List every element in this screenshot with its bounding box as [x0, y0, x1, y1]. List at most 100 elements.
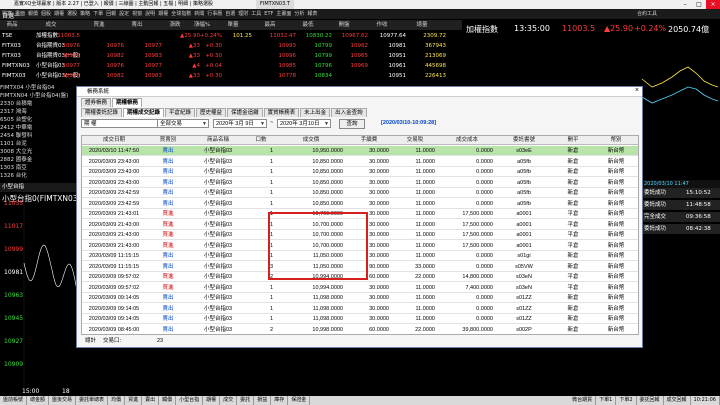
- table-row[interactable]: 2020/03/09 09:57:02 買進 小型台指03 1 10,994.0000 3…: [82, 283, 638, 293]
- order-status-row[interactable]: 委託成功 11:48:58: [640, 200, 720, 211]
- taskbar-item[interactable]: 均價: [108, 396, 126, 405]
- taskbar-item[interactable]: 保證金: [288, 396, 311, 405]
- order-status-row[interactable]: 完全成交 09:36:58: [640, 212, 720, 223]
- menu-item[interactable]: 策略: [80, 11, 90, 17]
- dialog-main-tab[interactable]: 證券帳務: [81, 98, 112, 107]
- quote-row[interactable]: FITX03 台指期貨03 10976 10976 10977 ▲33 +0.30 10993…: [0, 42, 462, 51]
- dialog-sub-tab[interactable]: 未上出金: [300, 108, 331, 117]
- query-button[interactable]: 查詢: [339, 119, 365, 129]
- product-select[interactable]: 全部交易 ▼: [157, 119, 209, 128]
- watchlist-item[interactable]: 1303 南亞: [0, 164, 78, 172]
- taskbar-right-item[interactable]: 10:21:06: [691, 396, 720, 405]
- menu-item[interactable]: 回報: [106, 11, 116, 17]
- taskbar-item[interactable]: 委託單總表: [76, 396, 109, 405]
- menu-item[interactable]: 視窗: [132, 11, 142, 17]
- taskbar-item[interactable]: 觸價: [159, 396, 177, 405]
- dialog-main-tab[interactable]: 期權帳務: [112, 98, 143, 107]
- taskbar-item[interactable]: 期權: [203, 396, 221, 405]
- watchlist-item[interactable]: 2317 鴻海: [0, 108, 78, 116]
- watchlist-item[interactable]: 1101 台泥: [0, 140, 78, 148]
- menu-item[interactable]: 工具: [251, 11, 261, 17]
- close-icon[interactable]: ×: [706, 0, 720, 9]
- order-status-row[interactable]: 委託成功 15:10:52: [640, 188, 720, 199]
- watchlist-item[interactable]: 2454 聯發科: [0, 132, 78, 140]
- table-row[interactable]: 2020/03/09 23:42:59 賣出 小型台指03 1 10,850.0000 3…: [82, 199, 638, 209]
- order-status-row[interactable]: 委託成功 08:42:38: [640, 224, 720, 235]
- menu-item[interactable]: 下單: [93, 11, 103, 17]
- table-header-cell[interactable]: 商品名稱: [190, 136, 246, 145]
- taskbar-right-item[interactable]: 下單1: [596, 396, 617, 405]
- watchlist-item[interactable]: 2412 中華電: [0, 124, 78, 132]
- menu-item[interactable]: 主畫面: [276, 11, 291, 17]
- menu-item[interactable]: 設定: [119, 11, 129, 17]
- menu-right-item[interactable]: 合約工具: [637, 9, 657, 19]
- taskbar-right-item[interactable]: 成交回報: [664, 396, 691, 405]
- taskbar-item[interactable]: 委託: [237, 396, 255, 405]
- menu-item[interactable]: 行事曆: [207, 11, 222, 17]
- taskbar-item[interactable]: 買進: [125, 396, 143, 405]
- taskbar-item[interactable]: 盤前帳號: [0, 396, 28, 405]
- table-row[interactable]: 2020/03/09 23:43:00 賣出 小型台指03 1 10,850.0000 3…: [82, 157, 638, 167]
- taskbar-item[interactable]: 總金額: [27, 396, 50, 405]
- active-window-tab[interactable]: FIMTXN03.T: [256, 0, 294, 9]
- table-row[interactable]: 2020/03/09 09:14:05 賣出 小型台指03 1 11,098.0000 3…: [82, 314, 638, 324]
- menu-item[interactable]: 報表: [307, 11, 317, 17]
- quote-row[interactable]: TSE 加權指數 11003.5 ▲25.90 +0.24% 101.25 11032.47…: [0, 32, 462, 41]
- dialog-sub-tab[interactable]: 期權委託記錄: [81, 108, 123, 117]
- minimize-icon[interactable]: –: [678, 0, 692, 9]
- dialog-sub-tab[interactable]: 期權成交記錄: [123, 108, 165, 117]
- date-from-field[interactable]: 2020年 3月 9日 ▼: [213, 119, 267, 128]
- menu-item[interactable]: 報價: [28, 11, 38, 17]
- watchlist-item[interactable]: FIMTXN04 小型台指04(盤): [0, 92, 78, 100]
- menu-item[interactable]: 自選: [225, 11, 235, 17]
- taskbar-item[interactable]: 損益: [254, 396, 272, 405]
- quote-row[interactable]: FIMTX03 小型台指03(一般) 10985 10982 10983 ▲33 +0.30…: [0, 72, 462, 81]
- watchlist-item[interactable]: 2330 台積電: [0, 100, 78, 108]
- dialog-sub-tab[interactable]: 實質帳務表: [263, 108, 300, 117]
- watchlist-item[interactable]: 1326 台化: [0, 172, 78, 180]
- watchlist-item[interactable]: 3008 大立光: [0, 148, 78, 156]
- taskbar-right-item[interactable]: 下單2: [616, 396, 637, 405]
- quote-row[interactable]: FITX03 台指期貨03(一般) 10985 10982 10983 ▲33 +0.30 1…: [0, 52, 462, 61]
- table-row[interactable]: 2020/03/09 09:14:05 賣出 小型台指03 1 11,098.0000 3…: [82, 304, 638, 314]
- table-header-cell[interactable]: 開平: [552, 136, 594, 145]
- taskbar-right-item[interactable]: 微台期貨: [569, 396, 597, 405]
- menu-item[interactable]: ETF: [264, 11, 273, 17]
- taskbar-right-item[interactable]: 委託回報: [637, 396, 664, 405]
- menu-item[interactable]: 分析: [294, 11, 304, 17]
- watchlist-group-label[interactable]: 自選一: [2, 11, 20, 20]
- table-header-cell[interactable]: 手續費: [346, 136, 392, 145]
- quote-row[interactable]: FIMTXN03 小型台指03 10977 10976 10977 ▲4 +0.04 1098…: [0, 62, 462, 71]
- menu-item[interactable]: 全球指數: [171, 11, 191, 17]
- taskbar-item[interactable]: 成交: [220, 396, 238, 405]
- menu-item[interactable]: 期權: [158, 11, 168, 17]
- table-header-cell[interactable]: 口數: [246, 136, 276, 145]
- watchlist-item[interactable]: 2882 國泰金: [0, 156, 78, 164]
- table-header-cell[interactable]: 成交價: [276, 136, 346, 145]
- menu-item[interactable]: 說明: [145, 11, 155, 17]
- watchlist-item[interactable]: 6505 台塑化: [0, 116, 78, 124]
- taskbar-item[interactable]: 賣出: [142, 396, 160, 405]
- table-row[interactable]: 2020/03/09 23:43:00 賣出 小型台指03 1 10,850.0000 3…: [82, 167, 638, 177]
- menu-item[interactable]: 選股: [67, 11, 77, 17]
- menu-item[interactable]: 理財: [238, 11, 248, 17]
- menu-item[interactable]: 期權: [54, 11, 64, 17]
- taskbar-item[interactable]: 庫存: [271, 396, 289, 405]
- table-header-cell[interactable]: 幣別: [594, 136, 638, 145]
- table-row[interactable]: 2020/03/09 08:45:00 賣出 小型台指03 2 10,998.0000 6…: [82, 325, 638, 334]
- dialog-close-icon[interactable]: ×: [635, 87, 639, 94]
- table-header-cell[interactable]: 成交成本: [438, 136, 496, 145]
- dialog-sub-tab[interactable]: 平倉紀錄: [165, 108, 196, 117]
- taskbar-item[interactable]: 盤後交易: [49, 396, 77, 405]
- maximize-icon[interactable]: □: [692, 0, 706, 9]
- menu-item[interactable]: 個股: [41, 11, 51, 17]
- menu-item[interactable]: 新聞: [194, 11, 204, 17]
- table-row[interactable]: 2020/03/09 23:42:59 賣出 小型台指03 1 10,850.0000 3…: [82, 188, 638, 198]
- dialog-sub-tab[interactable]: 保證金追繳: [227, 108, 263, 117]
- dialog-sub-tab[interactable]: 出入金查詢: [331, 108, 367, 117]
- watchlist-item[interactable]: FIMTX04 小型台指04: [0, 84, 78, 92]
- table-header-cell[interactable]: 成交日期: [82, 136, 146, 145]
- table-row[interactable]: 2020/03/10 11:47:50 賣出 小型台指03 1 10,950.0000 3…: [82, 146, 638, 156]
- table-header-cell[interactable]: 買賣別: [146, 136, 190, 145]
- taskbar-item[interactable]: 小型台指: [176, 396, 204, 405]
